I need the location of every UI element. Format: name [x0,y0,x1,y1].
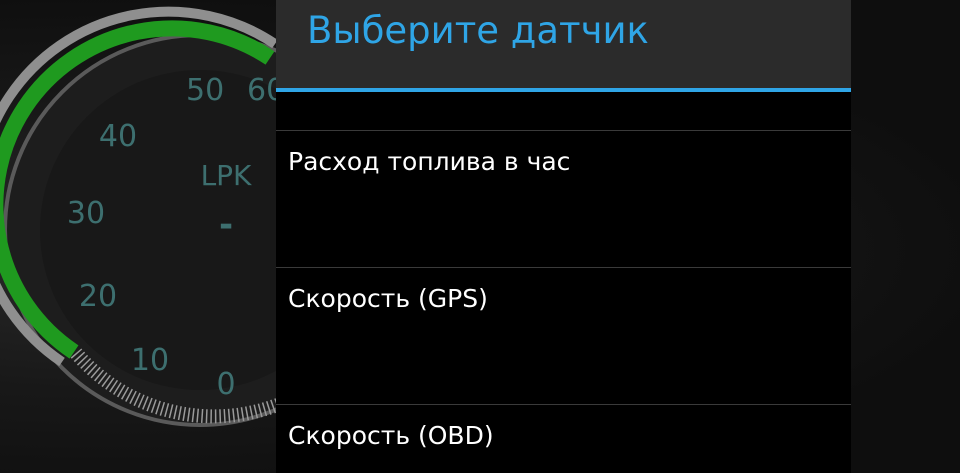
title-divider [276,88,851,92]
gauge-value: - [219,205,233,245]
dialog-title: Выберите датчик [307,9,649,52]
gauge-tick-20: 20 [79,279,117,314]
gauge-tick-10: 10 [131,343,169,378]
gauge-tick-50: 50 [186,73,224,108]
sensor-item-speed-gps[interactable]: Скорость (GPS) [276,268,851,404]
gauge-unit-label: LPK [201,159,252,192]
gauge-tick-40: 40 [99,119,137,154]
sensor-item-speed-obd[interactable]: Скорость (OBD) [276,405,851,473]
sensor-item-label: Расход топлива в час [288,147,571,176]
gauge-tick-30: 30 [67,196,105,231]
gauge-tick-0: 0 [216,367,235,402]
sensor-select-dialog: Выберите датчик Расход топлива в час Ско… [276,0,851,473]
sensor-item-label: Скорость (GPS) [288,284,488,313]
sensor-item-fuel-per-hour[interactable]: Расход топлива в час [276,131,851,267]
sensor-item-label: Скорость (OBD) [288,421,494,450]
dialog-header: Выберите датчик [276,0,851,90]
